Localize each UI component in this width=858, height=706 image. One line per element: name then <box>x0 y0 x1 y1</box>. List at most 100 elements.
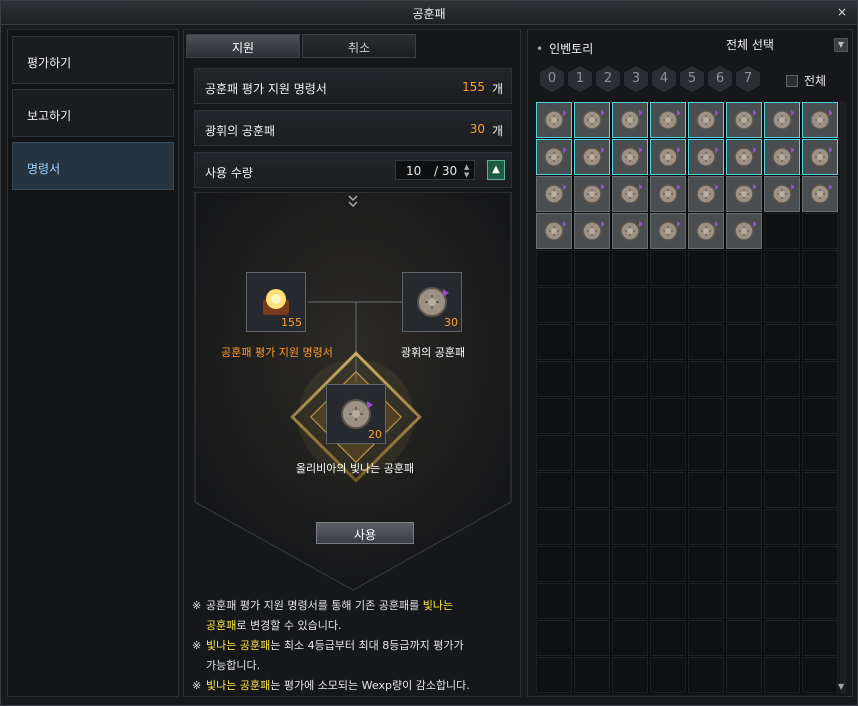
inventory-slot-medal[interactable] <box>726 176 762 212</box>
inventory-slot-empty[interactable] <box>764 435 800 471</box>
inventory-slot-empty[interactable] <box>650 435 686 471</box>
inventory-slot-empty[interactable] <box>612 509 648 545</box>
inventory-slot-medal[interactable] <box>688 102 724 138</box>
inventory-slot-empty[interactable] <box>802 287 838 323</box>
inventory-slot-empty[interactable] <box>688 583 724 619</box>
inventory-slot-empty[interactable] <box>536 287 572 323</box>
sidebar-item-report[interactable]: 보고하기 <box>12 89 174 137</box>
inventory-slot-medal[interactable] <box>688 139 724 175</box>
inventory-slot-medal[interactable] <box>764 139 800 175</box>
inventory-slot-empty[interactable] <box>688 324 724 360</box>
inventory-slot-empty[interactable] <box>612 250 648 286</box>
inventory-slot-empty[interactable] <box>536 509 572 545</box>
inventory-slot-medal[interactable] <box>726 213 762 249</box>
inventory-slot-empty[interactable] <box>764 398 800 434</box>
inventory-slot-empty[interactable] <box>726 324 762 360</box>
inventory-slot-empty[interactable] <box>764 361 800 397</box>
inventory-slot-empty[interactable] <box>726 472 762 508</box>
inventory-slot-medal[interactable] <box>650 213 686 249</box>
inventory-filter-select[interactable]: 전체 선택 ▼ <box>726 36 848 56</box>
inventory-slot-empty[interactable] <box>536 398 572 434</box>
inventory-slot-empty[interactable] <box>802 250 838 286</box>
sidebar-item-evaluate[interactable]: 평가하기 <box>12 36 174 84</box>
inventory-tab-1[interactable]: 1 <box>568 66 592 92</box>
inventory-slot-medal[interactable] <box>688 176 724 212</box>
inventory-slot-empty[interactable] <box>764 509 800 545</box>
inventory-slot-empty[interactable] <box>574 509 610 545</box>
inventory-slot-empty[interactable] <box>650 287 686 323</box>
inventory-slot-empty[interactable] <box>802 324 838 360</box>
inventory-slot-medal[interactable] <box>574 139 610 175</box>
inventory-slot-medal[interactable] <box>574 213 610 249</box>
inventory-slot-empty[interactable] <box>764 324 800 360</box>
inventory-slot-empty[interactable] <box>574 472 610 508</box>
inventory-slot-empty[interactable] <box>650 546 686 582</box>
inventory-slot-empty[interactable] <box>650 657 686 693</box>
inventory-tab-2[interactable]: 2 <box>596 66 620 92</box>
inventory-slot-empty[interactable] <box>802 472 838 508</box>
inventory-slot-medal[interactable] <box>726 102 762 138</box>
inventory-slot-medal[interactable] <box>802 176 838 212</box>
inventory-slot-empty[interactable] <box>688 546 724 582</box>
inventory-slot-empty[interactable] <box>802 546 838 582</box>
inventory-slot-empty[interactable] <box>802 435 838 471</box>
inventory-slot-medal[interactable] <box>612 139 648 175</box>
inventory-slot-empty[interactable] <box>726 657 762 693</box>
inventory-slot-medal[interactable] <box>612 213 648 249</box>
inventory-tab-4[interactable]: 4 <box>652 66 676 92</box>
tab-support[interactable]: 지원 <box>186 34 300 58</box>
inventory-slot-empty[interactable] <box>536 657 572 693</box>
inventory-slot-medal[interactable] <box>764 102 800 138</box>
inventory-slot-medal[interactable] <box>802 102 838 138</box>
inventory-slot-empty[interactable] <box>764 620 800 656</box>
inventory-slot-empty[interactable] <box>574 324 610 360</box>
inventory-slot-empty[interactable] <box>726 583 762 619</box>
inventory-slot-empty[interactable] <box>802 583 838 619</box>
inventory-slot-medal[interactable] <box>536 102 572 138</box>
inventory-slot-empty[interactable] <box>650 583 686 619</box>
inventory-slot-empty[interactable] <box>536 435 572 471</box>
result-item-slot[interactable]: 20 <box>326 384 386 444</box>
inventory-slot-empty[interactable] <box>688 620 724 656</box>
sidebar-item-order[interactable]: 명령서 <box>12 142 174 190</box>
medal-item-slot[interactable]: 30 <box>402 272 462 332</box>
inventory-slot-empty[interactable] <box>612 620 648 656</box>
inventory-slot-medal[interactable] <box>612 176 648 212</box>
inventory-slot-medal[interactable] <box>688 213 724 249</box>
inventory-slot-empty[interactable] <box>688 250 724 286</box>
inventory-slot-empty[interactable] <box>802 620 838 656</box>
scroll-down-icon[interactable]: ▼ <box>838 682 844 691</box>
inventory-slot-empty[interactable] <box>802 361 838 397</box>
inventory-slot-empty[interactable] <box>650 324 686 360</box>
inventory-slot-empty[interactable] <box>574 657 610 693</box>
inventory-slot-empty[interactable] <box>726 509 762 545</box>
inventory-slot-empty[interactable] <box>650 509 686 545</box>
inventory-slot-empty[interactable] <box>764 472 800 508</box>
inventory-slot-empty[interactable] <box>802 509 838 545</box>
inventory-slot-empty[interactable] <box>536 583 572 619</box>
order-item-slot[interactable]: 155 <box>246 272 306 332</box>
inventory-slot-empty[interactable] <box>726 546 762 582</box>
inventory-tab-3[interactable]: 3 <box>624 66 648 92</box>
inventory-slot-medal[interactable] <box>726 139 762 175</box>
inventory-slot-empty[interactable] <box>764 583 800 619</box>
inventory-slot-medal[interactable] <box>536 213 572 249</box>
inventory-slot-empty[interactable] <box>574 620 610 656</box>
inventory-slot-empty[interactable] <box>764 213 800 249</box>
inventory-slot-empty[interactable] <box>688 472 724 508</box>
inventory-slot-medal[interactable] <box>574 176 610 212</box>
inventory-slot-medal[interactable] <box>612 102 648 138</box>
inventory-slot-empty[interactable] <box>688 435 724 471</box>
inventory-slot-medal[interactable] <box>650 139 686 175</box>
inventory-slot-empty[interactable] <box>574 583 610 619</box>
inventory-tab-7[interactable]: 7 <box>736 66 760 92</box>
inventory-slot-empty[interactable] <box>612 361 648 397</box>
inventory-tab-5[interactable]: 5 <box>680 66 704 92</box>
inventory-slot-empty[interactable] <box>688 361 724 397</box>
inventory-slot-empty[interactable] <box>536 620 572 656</box>
inventory-slot-empty[interactable] <box>574 361 610 397</box>
inventory-slot-empty[interactable] <box>612 472 648 508</box>
inventory-slot-empty[interactable] <box>650 250 686 286</box>
inventory-slot-medal[interactable] <box>802 139 838 175</box>
inventory-slot-empty[interactable] <box>764 287 800 323</box>
